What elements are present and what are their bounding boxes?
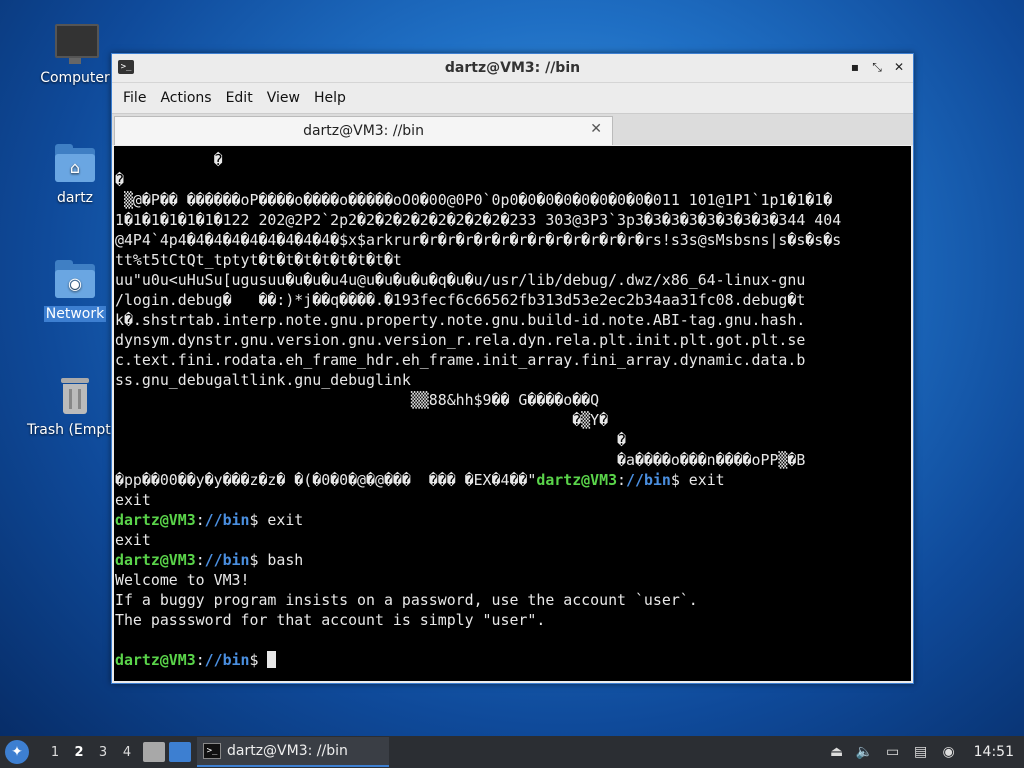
desktop-icon-trash[interactable]: Trash (Empty) [25,374,125,438]
binary-line: tt%t5tCtQt_tptyt�t�t�t�t�t�t�t�t [115,251,402,269]
taskbar-window-label: dartz@VM3: //bin [227,743,348,759]
command-output: exit [115,531,151,549]
desktop-icon-label: Network [43,306,107,322]
notification-icon[interactable]: ◉ [940,743,958,761]
binary-line: c.text.fini.rodata.eh_frame_hdr.eh_frame… [115,351,806,369]
desktop-icon-label: Computer [40,70,110,86]
prompt-suffix: $ [249,651,268,669]
menu-file[interactable]: File [116,90,153,106]
clipboard-icon[interactable]: ▤ [912,743,930,761]
computer-icon [53,22,99,66]
workspace-4[interactable]: 4 [115,745,139,760]
garbled-text: �pp��00��y�y���z�z� �(�0�0�@�@��� ��� �E… [115,471,537,489]
binary-line: 1�1�1�1�1�1�122 202@2P2`2p2�2�2�2�2�2�2�… [115,211,842,229]
binary-line: � [115,171,124,189]
desktop-icon-network[interactable]: ◉ Network [25,258,125,322]
command-output: exit [115,491,151,509]
desktop-icon-computer[interactable]: Computer [25,22,125,86]
tab-label: dartz@VM3: //bin [303,123,424,139]
taskbar: ✦ 1 2 3 4 >_ dartz@VM3: //bin ⏏ 🔈 ▭ ▤ ◉ … [0,736,1024,768]
eject-icon[interactable]: ⏏ [828,743,846,761]
menu-help[interactable]: Help [307,90,353,106]
binary-line: @4P4`4p4�4�4�4�4�4�4�4�4�$x$arkrur�r�r�r… [115,231,842,249]
workspace-3[interactable]: 3 [91,745,115,760]
minimize-button[interactable]: ▪ [847,59,863,75]
terminal-output[interactable]: � � ▒@�P�� ������oP����o����o�����oO0�00… [114,146,911,681]
binary-line: ss.gnu_debugaltlink.gnu_debuglink [115,371,411,389]
prompt-user: dartz@VM3 [536,471,618,489]
command-text: $ bash [249,551,304,569]
file-manager-icon[interactable] [143,742,165,762]
clock[interactable]: 14:51 [968,744,1014,760]
trash-icon [53,374,97,418]
binary-line: /login.debug� ��:)*j��q����.�193fecf6c66… [115,291,806,309]
window-title: dartz@VM3: //bin [444,60,581,76]
prompt-path: //bin [204,511,250,529]
command-text: $ exit [670,471,725,489]
menu-bar: File Actions Edit View Help [112,83,913,113]
welcome-line: The passsword for that account is simply… [115,611,546,629]
volume-icon[interactable]: 🔈 [856,743,874,761]
desktop-icon-label: dartz [56,190,94,206]
prompt-path: //bin [626,471,671,489]
menu-view[interactable]: View [260,90,307,106]
maximize-button[interactable]: ⤡ [869,59,885,75]
close-button[interactable]: ✕ [891,59,907,75]
prompt-user: dartz@VM3 [115,651,196,669]
start-menu-button[interactable]: ✦ [5,740,29,764]
prompt-path: //bin [204,651,250,669]
tab-close-icon[interactable]: ✕ [590,121,602,137]
terminal-icon: >_ [203,743,221,759]
network-icon[interactable]: ▭ [884,743,902,761]
binary-line: � [115,151,223,169]
tab-bar: dartz@VM3: //bin ✕ [112,113,913,145]
window-titlebar[interactable]: >_ dartz@VM3: //bin ▪ ⤡ ✕ [112,54,913,83]
menu-edit[interactable]: Edit [219,90,260,106]
home-folder-icon: ⌂ [53,142,97,186]
network-folder-icon: ◉ [53,258,97,302]
menu-actions[interactable]: Actions [153,90,218,106]
binary-line: uu"u0u<uHuSu[ugusuu�u�u�u4u@u�u�u�u�q�u�… [115,271,806,289]
desktop-icon-home-folder[interactable]: ⌂ dartz [25,142,125,206]
terminal-window: >_ dartz@VM3: //bin ▪ ⤡ ✕ File Actions E… [111,53,914,684]
binary-line: � [115,431,627,449]
binary-line: ▒@�P�� ������oP����o����o�����oO0�00@0P0… [115,191,833,209]
binary-line: �a����o���n����oPP▒�B [115,451,806,469]
binary-line: �▒Y� [115,411,609,429]
prompt-user: dartz@VM3 [115,511,196,529]
command-text: $ exit [249,511,304,529]
binary-line: dynsym.dynstr.gnu.version.gnu.version_r.… [115,331,806,349]
taskbar-window-button[interactable]: >_ dartz@VM3: //bin [197,737,389,767]
workspace-1[interactable]: 1 [43,745,67,760]
text-cursor [267,651,277,668]
workspace-2[interactable]: 2 [67,745,91,760]
tab-terminal[interactable]: dartz@VM3: //bin ✕ [114,116,613,145]
welcome-line: Welcome to VM3! [115,571,250,589]
binary-line: ▒▒88&hh$9�� G����o��Q [115,391,600,409]
welcome-line: If a buggy program insists on a password… [115,591,698,609]
system-tray: ⏏ 🔈 ▭ ▤ ◉ 14:51 [828,743,1024,761]
prompt-path: //bin [204,551,250,569]
binary-line: k�.shstrtab.interp.note.gnu.property.not… [115,311,806,329]
prompt-user: dartz@VM3 [115,551,196,569]
show-desktop-icon[interactable] [169,742,191,762]
